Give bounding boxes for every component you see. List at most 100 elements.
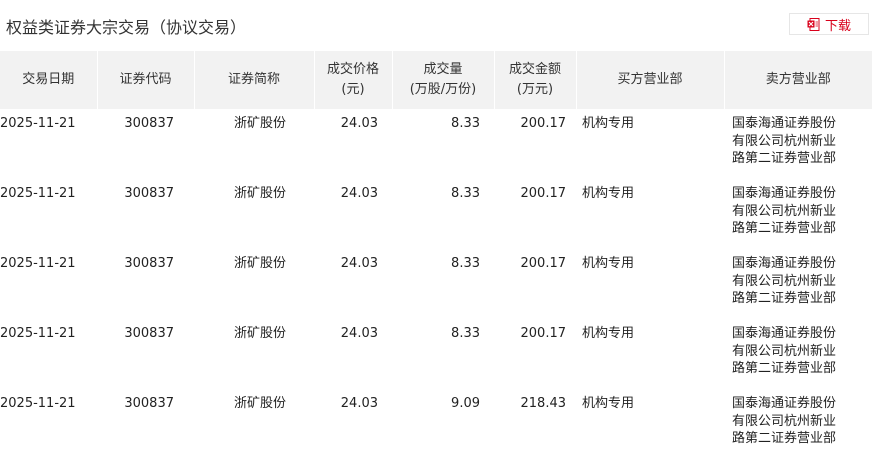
header-label: 交易日期 [22, 72, 75, 87]
amount-cell-text: 200.17 [520, 116, 567, 131]
seller-cell: 国泰海通证券股份有限公司杭州新业路第二证券营业部 [724, 249, 872, 319]
page-title: 权益类证券大宗交易（协议交易） [6, 18, 247, 37]
buyer-cell: 机构专用 [576, 389, 724, 459]
page-header: 权益类证券大宗交易（协议交易） 下载 [0, 0, 872, 50]
header-trade-date: 交易日期 [0, 51, 98, 109]
buyer-cell-text: 机构专用 [582, 186, 635, 201]
security-name-cell: 浙矿股份 [194, 249, 314, 319]
volume-cell-text: 8.33 [451, 326, 480, 341]
security-name-cell-text: 浙矿股份 [233, 256, 286, 271]
buyer-cell-text: 机构专用 [582, 326, 635, 341]
table-header-row: 交易日期 证券代码 证券简称 成交价格 (元) 成交量 (万股/万份) 成交金额 (万元) 买方营… [0, 51, 872, 109]
seller-cell: 国泰海通证券股份有限公司杭州新业路第二证券营业部 [724, 179, 872, 249]
table-row: 2025-11-21 300837 浙矿股份 24.03 8.33 200.17 机构专用 国… [0, 179, 872, 249]
volume-cell: 9.09 [392, 389, 494, 459]
security-name-cell-text: 浙矿股份 [233, 186, 286, 201]
volume-cell-text: 8.33 [451, 256, 480, 271]
header-unit: (元) [341, 82, 365, 97]
seller-cell: 国泰海通证券股份有限公司杭州新业路第二证券营业部 [724, 109, 872, 179]
amount-cell: 200.17 [494, 109, 576, 179]
buyer-cell: 机构专用 [576, 109, 724, 179]
seller-cell-text: 国泰海通证券股份有限公司杭州新业路第二证券营业部 [732, 116, 837, 166]
buyer-cell-text: 机构专用 [582, 396, 635, 411]
amount-cell: 218.43 [494, 389, 576, 459]
security-code-cell-text: 300837 [124, 256, 174, 271]
buyer-cell-text: 机构专用 [582, 256, 635, 271]
security-code-cell-text: 300837 [124, 326, 174, 341]
security-code-cell: 300837 [97, 109, 194, 179]
header-price: 成交价格 (元) [314, 51, 393, 109]
security-code-cell: 300837 [97, 249, 194, 319]
amount-cell-text: 200.17 [520, 256, 567, 271]
security-name-cell: 浙矿股份 [194, 179, 314, 249]
amount-cell: 200.17 [494, 179, 576, 249]
security-name-cell-text: 浙矿股份 [233, 396, 286, 411]
price-cell: 24.03 [314, 389, 392, 459]
price-cell-text: 24.03 [340, 116, 378, 131]
header-label: 买方营业部 [617, 72, 683, 87]
security-name-cell: 浙矿股份 [194, 109, 314, 179]
amount-cell-text: 218.43 [520, 396, 567, 411]
buyer-cell: 机构专用 [576, 249, 724, 319]
price-cell: 24.03 [314, 319, 392, 389]
header-label: 证券代码 [119, 72, 172, 87]
trade-date-cell: 2025-11-21 [0, 389, 97, 459]
header-unit: (万元) [516, 82, 554, 97]
header-buyer: 买方营业部 [576, 51, 725, 109]
header-amount: 成交金额 (万元) [494, 51, 577, 109]
buyer-cell-text: 机构专用 [582, 116, 635, 131]
header-label: 卖方营业部 [765, 72, 831, 87]
price-cell: 24.03 [314, 109, 392, 179]
table-row: 2025-11-21 300837 浙矿股份 24.03 9.09 218.43 机构专用 国… [0, 389, 872, 459]
security-name-cell-text: 浙矿股份 [233, 116, 286, 131]
volume-cell: 8.33 [392, 179, 494, 249]
price-cell: 24.03 [314, 179, 392, 249]
excel-file-icon [807, 17, 820, 31]
volume-cell-text: 9.09 [451, 396, 480, 411]
trade-date-cell-text: 2025-11-21 [0, 326, 76, 341]
header-unit: (万股/万份) [409, 82, 477, 97]
header-label: 证券简称 [227, 72, 280, 87]
price-cell-text: 24.03 [340, 256, 378, 271]
security-code-cell: 300837 [97, 179, 194, 249]
security-code-cell: 300837 [97, 389, 194, 459]
trade-date-cell: 2025-11-21 [0, 109, 97, 179]
table-row: 2025-11-21 300837 浙矿股份 24.03 8.33 200.17 机构专用 国… [0, 249, 872, 319]
header-volume: 成交量 (万股/万份) [392, 51, 495, 109]
download-button[interactable]: 下载 [789, 13, 869, 35]
header-label: 成交量 [423, 62, 463, 77]
security-name-cell: 浙矿股份 [194, 389, 314, 459]
price-cell-text: 24.03 [340, 326, 378, 341]
header-security-name: 证券简称 [194, 51, 315, 109]
trade-date-cell-text: 2025-11-21 [0, 256, 76, 271]
amount-cell: 200.17 [494, 249, 576, 319]
amount-cell: 200.17 [494, 319, 576, 389]
buyer-cell: 机构专用 [576, 179, 724, 249]
table-row: 2025-11-21 300837 浙矿股份 24.03 8.33 200.17 机构专用 国… [0, 319, 872, 389]
buyer-cell: 机构专用 [576, 319, 724, 389]
amount-cell-text: 200.17 [520, 326, 567, 341]
seller-cell: 国泰海通证券股份有限公司杭州新业路第二证券营业部 [724, 319, 872, 389]
header-label: 成交金额 [508, 62, 561, 77]
seller-cell-text: 国泰海通证券股份有限公司杭州新业路第二证券营业部 [732, 186, 837, 236]
security-name-cell: 浙矿股份 [194, 319, 314, 389]
table-body: 2025-11-21 300837 浙矿股份 24.03 8.33 200.17 机构专用国… [0, 109, 872, 459]
trade-date-cell-text: 2025-11-21 [0, 116, 76, 131]
seller-cell-text: 国泰海通证券股份有限公司杭州新业路第二证券营业部 [732, 326, 837, 376]
trade-date-cell: 2025-11-21 [0, 179, 97, 249]
trade-date-cell: 2025-11-21 [0, 319, 97, 389]
security-code-cell-text: 300837 [124, 186, 174, 201]
header-seller: 卖方营业部 [724, 51, 872, 109]
security-code-cell: 300837 [97, 319, 194, 389]
trade-date-cell: 2025-11-21 [0, 249, 97, 319]
price-cell: 24.03 [314, 249, 392, 319]
amount-cell-text: 200.17 [520, 186, 567, 201]
header-label: 成交价格 [326, 62, 379, 77]
price-cell-text: 24.03 [340, 186, 378, 201]
seller-cell: 国泰海通证券股份有限公司杭州新业路第二证券营业部 [724, 389, 872, 459]
trade-date-cell-text: 2025-11-21 [0, 186, 76, 201]
volume-cell-text: 8.33 [451, 186, 480, 201]
download-label: 下载 [824, 18, 851, 34]
seller-cell-text: 国泰海通证券股份有限公司杭州新业路第二证券营业部 [732, 256, 837, 306]
price-cell-text: 24.03 [340, 396, 378, 411]
